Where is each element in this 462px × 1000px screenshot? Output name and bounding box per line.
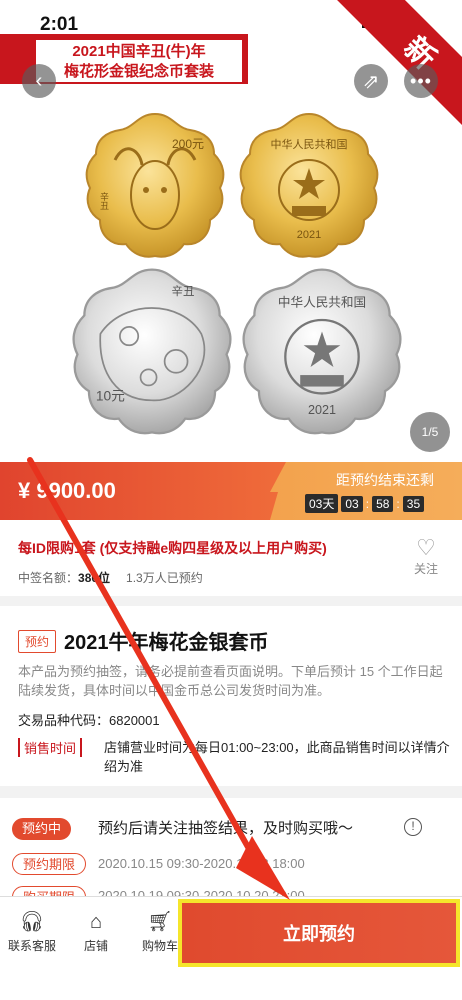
gold-coin-back-text: 中华人民共和国 — [271, 137, 348, 151]
gold-coin-back: 中华人民共和国 2021 — [239, 112, 379, 258]
info-icon[interactable]: ! — [404, 818, 422, 836]
reserve-now-button[interactable]: 立即预约 — [178, 899, 460, 967]
silver-coin-back-year: 2021 — [308, 403, 336, 417]
reserved-count: 1.3万人已预约 — [126, 571, 203, 585]
silver-coin-year: 辛丑 — [171, 284, 194, 298]
reservation-status-text: 预约后请关注抽签结果，及时购买哦～ — [98, 820, 354, 837]
product-description: 本产品为预约抽签，请务必提前查看页面说明。下单后预计 15 个工作日起陆续发货，… — [18, 664, 443, 698]
countdown-separator: : — [396, 496, 400, 511]
product-code-label: 交易品种代码： — [18, 713, 110, 728]
purchase-limit: 每ID限购1套 (仅支持融e购四星级及以上用户购买) — [18, 540, 327, 556]
product-gallery[interactable]: 200元 辛丑 中华人民共和国 2021 辛丑 10元 中华人民共和国 2021… — [0, 0, 462, 462]
reservation-status-badge: 预约中 — [12, 818, 72, 840]
customer-service-button[interactable]: 🎧︎ 联系客服 — [2, 911, 62, 954]
quota-value: 380位 — [78, 571, 111, 585]
follow-label: 关注 — [413, 562, 438, 576]
countdown-seconds: 35 — [402, 495, 425, 512]
gold-coin-year: 辛丑 — [99, 191, 109, 210]
more-button[interactable]: ••• — [404, 64, 438, 98]
follow-button[interactable]: ♡ 关注 — [406, 536, 446, 577]
silver-coin-front: 辛丑 10元 — [72, 268, 232, 435]
store-icon: ⌂ — [89, 911, 103, 933]
stats-row: 中签名额：380位 1.3万人已预约 — [18, 569, 203, 586]
more-icon: ••• — [410, 70, 432, 91]
status-time: 2:01 — [40, 14, 79, 35]
bottom-action-bar: 🎧︎ 联系客服 ⌂ 店铺 🛒︎ 购物车 立即预约 — [0, 896, 462, 1000]
store-label: 店铺 — [83, 939, 108, 953]
product-title: 2021牛年梅花金银套币 — [64, 632, 269, 654]
quota: 中签名额：380位 — [18, 569, 110, 586]
heart-plus-icon: ♡ — [416, 535, 436, 560]
share-button[interactable]: ⇗ — [354, 64, 388, 98]
quota-label: 中签名额： — [18, 571, 79, 585]
countdown-minutes: 58 — [372, 495, 394, 512]
countdown-separator: : — [365, 496, 370, 511]
silver-coin-value: 10元 — [96, 388, 125, 403]
sales-time-text: 店铺营业时间为每日01:00~23:00，此商品销售时间以详情介绍为准 — [104, 740, 450, 774]
price-bar: ¥ 9900.00 距预约结束还剩 03天 03 : 58 : 35 — [0, 462, 462, 520]
purchase-info-section: 每ID限购1套 (仅支持融e购四星级及以上用户购买) 中签名额：380位 1.3… — [0, 520, 462, 596]
back-button[interactable]: ‹ — [22, 64, 56, 98]
presale-badge: 预约 — [18, 630, 57, 653]
cart-label: 购物车 — [141, 939, 178, 953]
share-icon: ⇗ — [362, 70, 380, 93]
gold-coin-value: 200元 — [172, 137, 204, 151]
silver-coin-back: 中华人民共和国 2021 — [242, 268, 402, 435]
chevron-left-icon: ‹ — [35, 69, 43, 92]
product-banner: 2021中国辛丑(牛)年 梅花形金银纪念币套装 — [34, 38, 244, 84]
countdown-hours: 03 — [341, 495, 363, 512]
gold-coin-front: 200元 辛丑 — [85, 112, 225, 258]
customer-service-label: 联系客服 — [7, 939, 56, 953]
store-button[interactable]: ⌂ 店铺 — [66, 911, 126, 954]
banner-line-1: 2021中国辛丑(牛)年 — [72, 43, 206, 60]
banner-line-2: 梅花形金银纪念币套装 — [63, 63, 214, 80]
headset-icon: 🎧︎ — [19, 911, 45, 933]
reservation-period-label: 预约期限 — [12, 853, 87, 875]
price: ¥ 9900.00 — [18, 478, 116, 503]
countdown-label: 距预约结束还剩 — [336, 472, 434, 488]
product-code-value: 6820001 — [109, 713, 160, 728]
countdown-timer: 03天 03 : 58 : 35 — [305, 494, 425, 513]
silver-coin-back-text: 中华人民共和国 — [278, 295, 366, 309]
image-counter: 1/5 — [410, 412, 450, 452]
product-code-row: 交易品种代码：6820001 — [18, 710, 160, 729]
gold-coin-back-year: 2021 — [297, 229, 321, 241]
reservation-period-value: 2020.10.15 09:30-2020.10.18 18:00 — [98, 856, 305, 871]
product-section: 预约 2021牛年梅花金银套币 本产品为预约抽签，请务必提前查看页面说明。下单后… — [0, 606, 462, 786]
countdown-days: 03天 — [305, 494, 339, 513]
sales-time-label: 销售时间 — [18, 738, 83, 757]
